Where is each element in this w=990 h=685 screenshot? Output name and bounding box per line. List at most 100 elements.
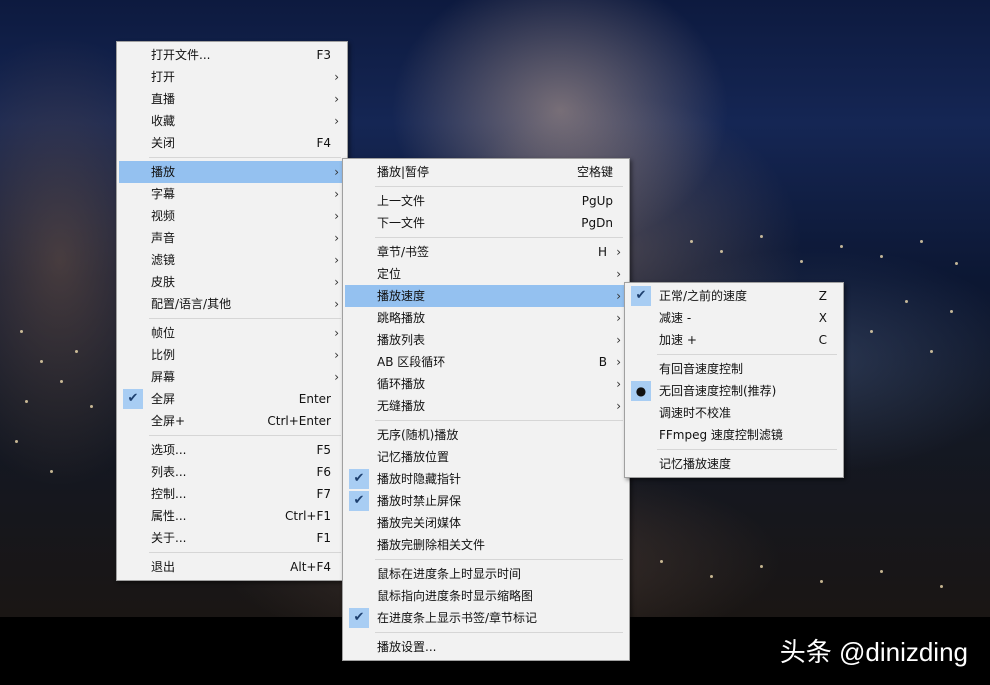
menu-item-label: 章节/书签 bbox=[377, 245, 430, 259]
menu-item-main-10[interactable]: 滤镜 › bbox=[119, 249, 345, 271]
chevron-right-icon: › bbox=[616, 267, 621, 281]
menu-item-play-11[interactable]: 循环播放 › bbox=[345, 373, 627, 395]
menu-item-main-0[interactable]: 打开文件... F3 bbox=[119, 44, 345, 66]
menu-item-play-5[interactable]: 章节/书签 H › bbox=[345, 241, 627, 263]
menu-item-main-9[interactable]: 声音 › bbox=[119, 227, 345, 249]
menu-item-play-16[interactable]: ✔ 播放时隐藏指针 bbox=[345, 468, 627, 490]
menu-item-play-14[interactable]: 无序(随机)播放 bbox=[345, 424, 627, 446]
menu-item-play-7[interactable]: 播放速度 › bbox=[345, 285, 627, 307]
menu-item-play-2[interactable]: 上一文件 PgUp bbox=[345, 190, 627, 212]
menu-item-play-8[interactable]: 跳略播放 › bbox=[345, 307, 627, 329]
menu-item-label: 列表... bbox=[151, 465, 187, 479]
menu-separator bbox=[657, 354, 837, 355]
checkmark-icon: ✔ bbox=[631, 286, 651, 306]
menu-item-main-8[interactable]: 视频 › bbox=[119, 205, 345, 227]
menu-item-main-26[interactable]: 退出 Alt+F4 bbox=[119, 556, 345, 578]
city-light bbox=[920, 240, 923, 243]
menu-item-label: 属性... bbox=[151, 509, 187, 523]
menu-item-play-25[interactable]: 播放设置... bbox=[345, 636, 627, 658]
submenu-playback-speed: ✔ 正常/之前的速度 Z 减速 - X 加速 + C 有回音速度控制 ● 无回音速度控制(推荐) 调… bbox=[624, 282, 844, 478]
menu-item-label: 定位 bbox=[377, 267, 402, 281]
menu-item-main-1[interactable]: 打开 › bbox=[119, 66, 345, 88]
menu-item-play-0[interactable]: 播放|暂停 空格键 bbox=[345, 161, 627, 183]
menu-item-play-10[interactable]: AB 区段循环 B › bbox=[345, 351, 627, 373]
menu-item-play-6[interactable]: 定位 › bbox=[345, 263, 627, 285]
menu-item-label: 比例 bbox=[151, 348, 176, 362]
menu-item-label: 播放设置... bbox=[377, 640, 437, 654]
menu-item-label: AB 区段循环 bbox=[377, 355, 446, 369]
city-light bbox=[930, 350, 933, 353]
menu-item-speed-2[interactable]: 加速 + C bbox=[627, 329, 841, 351]
menu-item-label: 退出 bbox=[151, 560, 176, 574]
menu-item-speed-0[interactable]: ✔ 正常/之前的速度 Z bbox=[627, 285, 841, 307]
menu-item-label: 帧位 bbox=[151, 326, 176, 340]
menu-item-main-18[interactable]: 全屏+ Ctrl+Enter bbox=[119, 410, 345, 432]
menu-item-main-17[interactable]: ✔ 全屏 Enter bbox=[119, 388, 345, 410]
menu-item-shortcut: F1 bbox=[316, 531, 331, 545]
menu-item-speed-7[interactable]: FFmpeg 速度控制滤镜 bbox=[627, 424, 841, 446]
menu-item-play-22[interactable]: 鼠标指向进度条时显示缩略图 bbox=[345, 585, 627, 607]
menu-item-speed-4[interactable]: 有回音速度控制 bbox=[627, 358, 841, 380]
menu-item-speed-6[interactable]: 调速时不校准 bbox=[627, 402, 841, 424]
menu-item-main-16[interactable]: 屏幕 › bbox=[119, 366, 345, 388]
menu-item-label: FFmpeg 速度控制滤镜 bbox=[659, 428, 783, 442]
menu-item-label: 播放|暂停 bbox=[377, 165, 430, 179]
menu-item-play-3[interactable]: 下一文件 PgDn bbox=[345, 212, 627, 234]
menu-item-main-21[interactable]: 列表... F6 bbox=[119, 461, 345, 483]
menu-item-main-2[interactable]: 直播 › bbox=[119, 88, 345, 110]
chevron-right-icon: › bbox=[334, 348, 339, 362]
menu-item-shortcut: Ctrl+Enter bbox=[267, 414, 331, 428]
menu-item-main-4[interactable]: 关闭 F4 bbox=[119, 132, 345, 154]
chevron-right-icon: › bbox=[616, 377, 621, 391]
menu-item-label: 上一文件 bbox=[377, 194, 426, 208]
city-light bbox=[20, 330, 23, 333]
city-light bbox=[60, 380, 63, 383]
checkmark-icon: ✔ bbox=[349, 491, 369, 511]
city-light bbox=[25, 400, 28, 403]
menu-item-label: 播放 bbox=[151, 165, 176, 179]
submenu-play: 播放|暂停 空格键 上一文件 PgUp 下一文件 PgDn 章节/书签 H › 定位 › 播放速度 › 跳… bbox=[342, 158, 630, 661]
menu-item-main-11[interactable]: 皮肤 › bbox=[119, 271, 345, 293]
menu-item-speed-1[interactable]: 减速 - X bbox=[627, 307, 841, 329]
menu-item-main-12[interactable]: 配置/语言/其他 › bbox=[119, 293, 345, 315]
menu-item-speed-5[interactable]: ● 无回音速度控制(推荐) bbox=[627, 380, 841, 402]
menu-item-play-18[interactable]: 播放完关闭媒体 bbox=[345, 512, 627, 534]
menu-item-play-15[interactable]: 记忆播放位置 bbox=[345, 446, 627, 468]
chevron-right-icon: › bbox=[334, 114, 339, 128]
menu-item-label: 播放速度 bbox=[377, 289, 426, 303]
menu-item-main-24[interactable]: 关于... F1 bbox=[119, 527, 345, 549]
menu-item-play-9[interactable]: 播放列表 › bbox=[345, 329, 627, 351]
city-light bbox=[660, 560, 663, 563]
menu-item-label: 播放列表 bbox=[377, 333, 426, 347]
menu-item-label: 循环播放 bbox=[377, 377, 426, 391]
city-light bbox=[75, 350, 78, 353]
menu-separator bbox=[375, 420, 623, 421]
menu-item-main-6[interactable]: 播放 › bbox=[119, 161, 345, 183]
menu-item-main-15[interactable]: 比例 › bbox=[119, 344, 345, 366]
chevron-right-icon: › bbox=[334, 70, 339, 84]
menu-item-speed-9[interactable]: 记忆播放速度 bbox=[627, 453, 841, 475]
menu-item-play-17[interactable]: ✔ 播放时禁止屏保 bbox=[345, 490, 627, 512]
menu-item-play-23[interactable]: ✔ 在进度条上显示书签/章节标记 bbox=[345, 607, 627, 629]
menu-item-main-22[interactable]: 控制... F7 bbox=[119, 483, 345, 505]
menu-item-label: 控制... bbox=[151, 487, 187, 501]
menu-item-label: 视频 bbox=[151, 209, 176, 223]
menu-item-play-12[interactable]: 无缝播放 › bbox=[345, 395, 627, 417]
chevron-right-icon: › bbox=[334, 165, 339, 179]
menu-item-shortcut: Enter bbox=[298, 392, 331, 406]
chevron-right-icon: › bbox=[334, 326, 339, 340]
chevron-right-icon: › bbox=[334, 187, 339, 201]
menu-item-main-7[interactable]: 字幕 › bbox=[119, 183, 345, 205]
menu-item-main-3[interactable]: 收藏 › bbox=[119, 110, 345, 132]
menu-item-shortcut: X bbox=[818, 311, 827, 325]
menu-item-shortcut: PgDn bbox=[581, 216, 613, 230]
menu-item-main-14[interactable]: 帧位 › bbox=[119, 322, 345, 344]
checkmark-icon: ✔ bbox=[349, 469, 369, 489]
menu-item-play-19[interactable]: 播放完删除相关文件 bbox=[345, 534, 627, 556]
menu-item-play-21[interactable]: 鼠标在进度条上时显示时间 bbox=[345, 563, 627, 585]
menu-item-shortcut: F3 bbox=[316, 48, 331, 62]
menu-item-main-23[interactable]: 属性... Ctrl+F1 bbox=[119, 505, 345, 527]
menu-item-shortcut: B bbox=[598, 355, 607, 369]
menu-item-main-20[interactable]: 选项... F5 bbox=[119, 439, 345, 461]
menu-item-shortcut: F7 bbox=[316, 487, 331, 501]
